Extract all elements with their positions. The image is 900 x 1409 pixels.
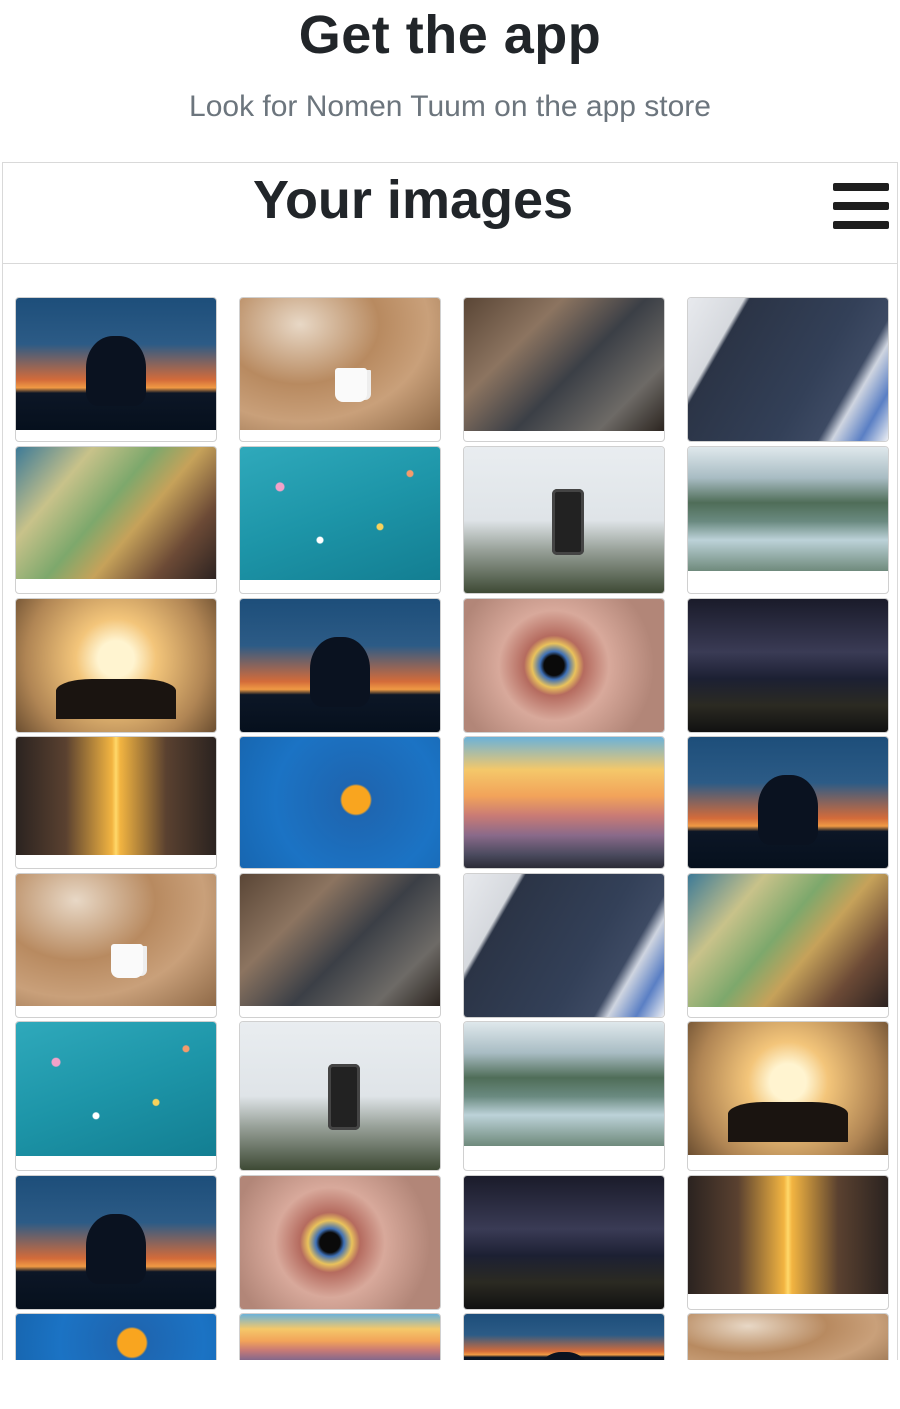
street-photo [688,1176,888,1294]
image-card[interactable] [463,1313,665,1360]
image-card[interactable] [687,873,889,1018]
image-card[interactable] [687,598,889,733]
image-card[interactable] [687,297,889,442]
image-card[interactable] [15,297,217,442]
friends-photo [688,1022,888,1155]
sunset-man-photo [688,737,888,868]
storm-photo [464,1176,664,1309]
dash-photo [688,298,888,441]
image-card[interactable] [463,1175,665,1310]
image-card[interactable] [239,1021,441,1171]
get-app-title: Get the app [298,5,602,65]
lake-photo [688,447,888,571]
image-card[interactable] [239,446,441,594]
coffee-photo [16,874,216,1006]
image-card[interactable] [15,736,217,869]
image-card[interactable] [463,446,665,594]
confetti-photo [240,447,440,580]
confetti-photo [16,1022,216,1156]
street-photo [16,737,216,855]
map-photo [688,874,888,1007]
mountains-photo [240,1314,440,1360]
storm-photo [688,599,888,732]
image-card[interactable] [15,1021,217,1171]
hamburger-menu-icon[interactable] [831,181,891,231]
orange-photo [240,737,440,868]
team-photo [240,874,440,1006]
dash-photo [464,874,664,1017]
friends-photo [16,599,216,732]
phone-photo [240,1022,440,1170]
image-card[interactable] [687,736,889,869]
image-grid [15,297,891,1360]
images-panel-title: Your images [252,170,574,230]
images-panel: Your images [2,162,898,1360]
mountains-photo [464,737,664,868]
coffee-photo [240,298,440,430]
image-card[interactable] [239,1313,441,1360]
coffee-photo [688,1314,888,1360]
team-photo [464,298,664,431]
image-card[interactable] [239,1175,441,1310]
phone-photo [464,447,664,593]
image-card[interactable] [687,1021,889,1171]
image-card[interactable] [15,873,217,1018]
image-card[interactable] [239,873,441,1018]
sunset-man-photo [16,298,216,430]
image-card[interactable] [15,598,217,733]
image-card[interactable] [463,598,665,733]
image-card[interactable] [687,1175,889,1310]
image-card[interactable] [687,1313,889,1360]
images-panel-header: Your images [3,163,897,264]
get-app-banner: Get the app Look for Nomen Tuum on the a… [0,0,900,162]
image-card[interactable] [463,736,665,869]
lake-photo [464,1022,664,1146]
orange-photo [16,1314,216,1360]
eye-photo [464,599,664,732]
sunset-man-photo [464,1314,664,1360]
image-card[interactable] [463,297,665,442]
image-card[interactable] [239,736,441,869]
sunset-man-photo [16,1176,216,1309]
get-app-subtitle: Look for Nomen Tuum on the app store [189,90,711,123]
image-card[interactable] [15,446,217,594]
map-photo [16,447,216,579]
image-card[interactable] [15,1175,217,1310]
image-card[interactable] [463,1021,665,1171]
image-card[interactable] [687,446,889,594]
sunset-man-photo [240,599,440,732]
image-card[interactable] [239,297,441,442]
image-card[interactable] [463,873,665,1018]
image-card[interactable] [239,598,441,733]
image-card[interactable] [15,1313,217,1360]
eye-photo [240,1176,440,1309]
